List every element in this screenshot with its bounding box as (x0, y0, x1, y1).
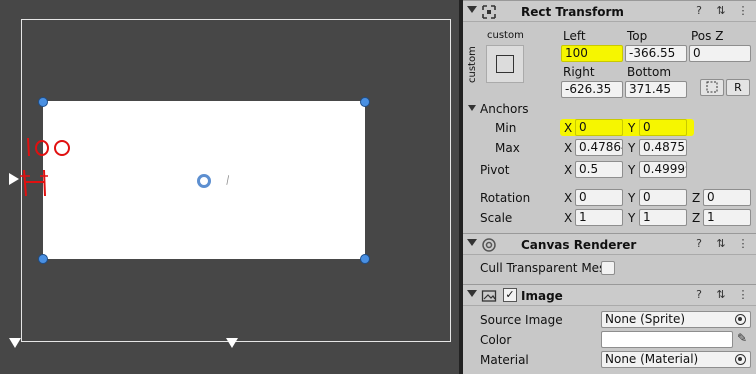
object-picker-icon[interactable] (735, 354, 746, 365)
anchor-max-x-field[interactable]: 0.47864 (575, 139, 623, 156)
anchor-bottom-mid-icon[interactable] (226, 338, 238, 348)
image-component-icon (481, 290, 497, 302)
more-options-icon[interactable]: ⋮ (736, 288, 750, 302)
image-enabled-checkbox[interactable]: ✓ (503, 288, 517, 302)
cull-transparent-checkbox[interactable] (601, 261, 615, 275)
anchor-preset-label-top: custom (487, 30, 524, 41)
max-y-label: Y (628, 141, 636, 155)
cull-transparent-label: Cull Transparent Mes (480, 261, 606, 275)
bottom-label: Bottom (627, 65, 672, 79)
pivot-x-field[interactable]: 0.5 (575, 161, 623, 178)
blueprint-icon (706, 81, 718, 93)
scale-y-label: Y (628, 211, 636, 225)
left-field[interactable]: 100 (561, 45, 623, 62)
anchor-bottom-left-icon[interactable] (9, 338, 21, 348)
anchor-preset-icon (496, 55, 514, 73)
anchors-foldout-arrow-icon[interactable] (468, 105, 476, 111)
image-title: Image (521, 289, 563, 303)
anchor-max-label: Max (495, 141, 520, 155)
rect-handle-bottom-right[interactable] (360, 254, 370, 264)
anchor-preset-button[interactable] (486, 45, 524, 83)
rect-handle-top-right[interactable] (360, 97, 370, 107)
rect-transform-icon (482, 5, 496, 19)
right-field[interactable]: -626.35 (561, 81, 623, 98)
min-x-label: X (564, 121, 573, 135)
rotation-x-field[interactable]: 0 (575, 189, 623, 206)
top-field[interactable]: -366.55 (625, 45, 687, 62)
pivot-y-label: Y (628, 163, 636, 177)
collapse-arrow-icon[interactable] (467, 239, 477, 246)
left-label: Left (563, 29, 586, 43)
annotation-100-scribble (20, 137, 70, 197)
material-field[interactable]: None (Material) (601, 351, 751, 368)
material-value: None (Material) (605, 352, 699, 366)
help-icon[interactable]: ? (692, 288, 706, 302)
anchor-preset-label-side: custom (467, 46, 478, 83)
rotation-x-label: X (564, 191, 573, 205)
rotation-y-label: Y (628, 191, 636, 205)
scale-z-label: Z (692, 211, 701, 225)
anchor-min-x-field[interactable]: 0 (575, 119, 623, 136)
anchors-label[interactable]: Anchors (480, 102, 529, 116)
rect-handle-top-left[interactable] (38, 97, 48, 107)
source-image-label: Source Image (480, 313, 563, 327)
image-header[interactable]: ✓ Image ? ⇅ ⋮ (463, 284, 756, 306)
object-picker-icon[interactable] (735, 314, 746, 325)
anchor-min-label: Min (495, 121, 517, 135)
source-image-value: None (Sprite) (605, 312, 686, 326)
preset-icon[interactable]: ⇅ (714, 4, 728, 18)
rotation-z-label: Z (692, 191, 701, 205)
source-image-field[interactable]: None (Sprite) (601, 311, 751, 328)
blueprint-mode-button[interactable] (700, 79, 724, 96)
scale-y-field[interactable]: 1 (639, 209, 687, 226)
anchor-min-y-field[interactable]: 0 (639, 119, 687, 136)
pivot-label: Pivot (480, 163, 510, 177)
min-y-label: Y (628, 121, 636, 135)
more-options-icon[interactable]: ⋮ (736, 4, 750, 18)
scale-x-label: X (564, 211, 573, 225)
collapse-arrow-icon[interactable] (467, 6, 477, 13)
more-options-icon[interactable]: ⋮ (736, 237, 750, 251)
canvas-renderer-icon (482, 238, 496, 252)
scene-view[interactable]: ⁄ (0, 0, 459, 374)
canvas-renderer-title: Canvas Renderer (521, 238, 637, 252)
help-icon[interactable]: ? (692, 237, 706, 251)
preset-icon[interactable]: ⇅ (714, 237, 728, 251)
raw-edit-button[interactable]: R (726, 79, 750, 96)
rect-handle-bottom-left[interactable] (38, 254, 48, 264)
anchor-max-y-field[interactable]: 0.4875 (639, 139, 687, 156)
material-label: Material (480, 353, 529, 367)
rotation-label: Rotation (480, 191, 531, 205)
right-label: Right (563, 65, 595, 79)
pivot-x-label: X (564, 163, 573, 177)
posz-field[interactable]: 0 (689, 45, 751, 62)
top-label: Top (627, 29, 648, 43)
pivot-handle[interactable] (197, 174, 211, 188)
eyedropper-icon[interactable]: ✎ (737, 331, 747, 345)
scale-label: Scale (480, 211, 513, 225)
collapse-arrow-icon[interactable] (467, 290, 477, 297)
scale-z-field[interactable]: 1 (703, 209, 751, 226)
color-label: Color (480, 333, 512, 347)
help-icon[interactable]: ? (692, 4, 706, 18)
rect-transform-header[interactable]: Rect Transform ? ⇅ ⋮ (463, 0, 756, 22)
pivot-y-field[interactable]: 0.49999 (639, 161, 687, 178)
color-swatch-field[interactable] (601, 331, 733, 348)
preset-icon[interactable]: ⇅ (714, 288, 728, 302)
canvas-renderer-header[interactable]: Canvas Renderer ? ⇅ ⋮ (463, 233, 756, 255)
rotation-z-field[interactable]: 0 (703, 189, 751, 206)
max-x-label: X (564, 141, 573, 155)
bottom-field[interactable]: 371.45 (625, 81, 687, 98)
scale-x-field[interactable]: 1 (575, 209, 623, 226)
posz-label: Pos Z (691, 29, 724, 43)
rect-transform-title: Rect Transform (521, 5, 624, 19)
rotation-y-field[interactable]: 0 (639, 189, 687, 206)
